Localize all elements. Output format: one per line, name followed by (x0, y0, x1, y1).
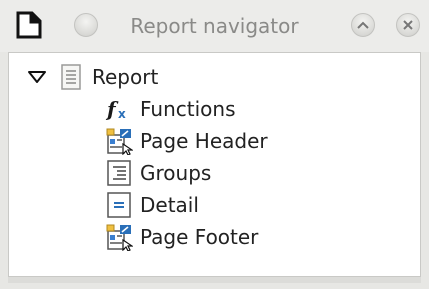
page-section-icon (106, 128, 133, 155)
close-button[interactable] (396, 13, 420, 37)
title-bar[interactable]: Report navigator (0, 0, 429, 52)
chevron-up-icon (357, 21, 369, 29)
report-tree[interactable]: Report f x Functions Page Header Groups … (8, 52, 421, 277)
expand-collapse-triangle-icon[interactable] (27, 69, 47, 85)
tree-item-functions[interactable]: f x Functions (105, 93, 236, 125)
tree-item-label: Report (92, 65, 159, 89)
svg-text:x: x (118, 107, 126, 121)
tree-item-label: Groups (140, 161, 212, 185)
tree-item-page-footer[interactable]: Page Footer (105, 221, 258, 253)
detail-icon (107, 192, 131, 218)
report-navigator-window: Report navigator Report f x Functions Pa… (0, 0, 429, 289)
tree-item-groups[interactable]: Groups (105, 157, 211, 189)
tree-item-label: Page Footer (140, 225, 259, 249)
close-icon (403, 20, 413, 30)
svg-text:f: f (105, 97, 119, 121)
tree-item-detail[interactable]: Detail (105, 189, 199, 221)
groups-icon (107, 160, 131, 186)
tree-item-label: Page Header (140, 129, 268, 153)
window-bottom-edge (8, 277, 421, 283)
functions-icon: f x (105, 97, 126, 121)
tree-item-page-header[interactable]: Page Header (105, 125, 268, 157)
report-icon (61, 64, 81, 90)
tree-item-report[interactable]: Report (27, 61, 158, 93)
page-section-icon (106, 224, 133, 251)
tree-item-label: Functions (140, 97, 236, 121)
tree-item-label: Detail (140, 193, 199, 217)
shade-button[interactable] (351, 13, 375, 37)
